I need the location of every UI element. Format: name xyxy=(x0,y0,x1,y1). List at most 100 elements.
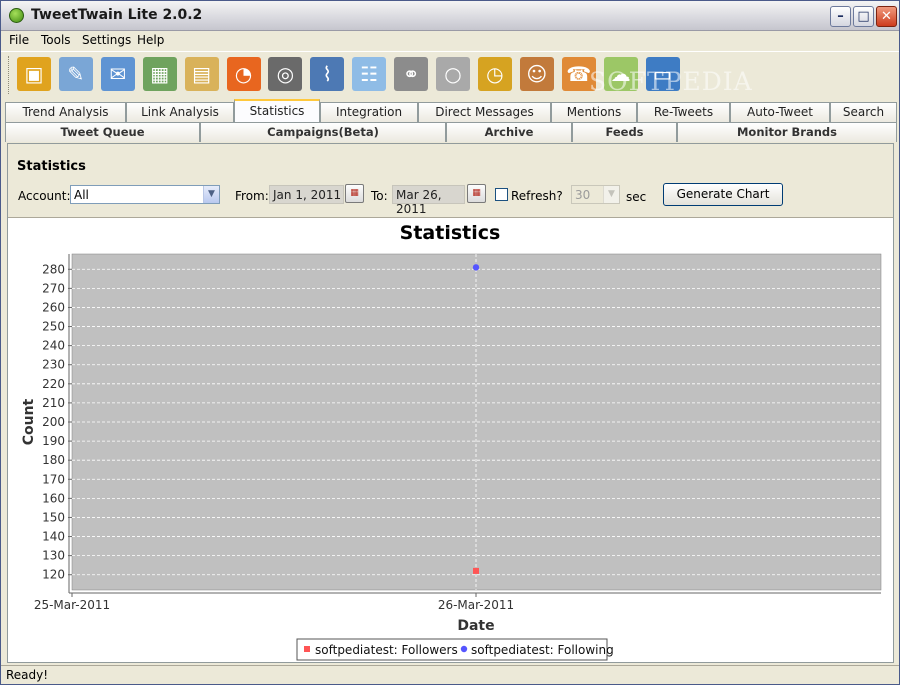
link-icon-glyph: ⚭ xyxy=(402,62,420,86)
folder-database-icon[interactable]: ▤ xyxy=(184,57,219,91)
users-edit-icon-glyph: ☺ xyxy=(526,62,548,86)
from-label: From: xyxy=(235,189,269,203)
statistics-panel: Statistics Account: All ▼ From: Jan 1, 2… xyxy=(7,143,894,663)
refresh-label: Refresh? xyxy=(511,189,563,203)
from-calendar-icon[interactable]: ▦ xyxy=(345,184,364,203)
disabled-clock-icon[interactable]: ○ xyxy=(436,57,470,91)
package-icon-glyph: ▣ xyxy=(24,62,44,86)
statistics-controls: Statistics Account: All ▼ From: Jan 1, 2… xyxy=(8,144,893,218)
y-tick-label: 180 xyxy=(42,453,65,467)
menu-file[interactable]: File xyxy=(9,33,29,47)
package-icon[interactable]: ▣ xyxy=(17,57,51,91)
toolbar-grip[interactable] xyxy=(8,56,11,94)
refresh-checkbox[interactable] xyxy=(495,188,508,201)
tab-row-secondary: Tweet Queue Campaigns(Beta) Archive Feed… xyxy=(5,122,897,142)
minimize-button[interactable]: – xyxy=(830,6,851,27)
title-bar[interactable]: TweetTwain Lite 2.0.2 – □ ✕ xyxy=(1,1,899,31)
tab-row-primary: Trend Analysis Link Analysis Statistics … xyxy=(5,99,897,122)
x-tick-label: 26-Mar-2011 xyxy=(438,598,514,612)
close-button[interactable]: ✕ xyxy=(876,6,897,27)
maximize-button[interactable]: □ xyxy=(853,6,874,27)
chevron-down-icon[interactable]: ▼ xyxy=(203,186,219,203)
tab-re-tweets[interactable]: Re-Tweets xyxy=(637,102,730,122)
tab-feeds[interactable]: Feeds xyxy=(572,122,677,142)
tab-link-analysis[interactable]: Link Analysis xyxy=(126,102,234,122)
legend-following-label: softpediatest: Following xyxy=(471,643,614,657)
chart-svg: Statistics 120 130 140 150 160 170 180 190 200 210… xyxy=(21,222,882,661)
calendar-add-icon[interactable]: ▦ xyxy=(142,57,177,91)
tab-integration[interactable]: Integration xyxy=(320,102,418,122)
statistics-heading: Statistics xyxy=(17,159,86,174)
legend-following-marker xyxy=(460,645,468,653)
compose-tweet-icon-glyph: ✎ xyxy=(67,62,85,86)
account-select[interactable]: All ▼ xyxy=(70,185,220,204)
alarm-clock-icon-glyph: ◷ xyxy=(486,62,504,86)
y-tick-label: 270 xyxy=(42,281,65,295)
y-tick-label: 210 xyxy=(42,396,65,410)
y-tick-label: 250 xyxy=(42,320,65,334)
calendar-add-icon-glyph: ▦ xyxy=(150,62,170,86)
refresh-interval-select[interactable]: 30 ▼ xyxy=(571,185,620,204)
y-tick-label: 160 xyxy=(42,491,65,505)
menu-settings[interactable]: Settings xyxy=(82,33,131,47)
softpedia-watermark: SOFTPEDIA xyxy=(589,67,753,96)
menu-help[interactable]: Help xyxy=(137,33,164,47)
following-point xyxy=(472,264,480,271)
tab-statistics[interactable]: Statistics xyxy=(234,99,320,122)
y-tick-label: 240 xyxy=(42,339,65,353)
rss-feed-icon[interactable]: ◔ xyxy=(226,57,261,91)
statistics-chart: Statistics 120 130 140 150 160 170 180 190 200 210… xyxy=(8,219,893,662)
toolbar: ▣ ✎ ✉ ▦ ▤ ◔ ◎ ⌇ ☷ ⚭ ○ ◷ ☺ ☎ ☁ ▭ xyxy=(1,51,899,97)
to-date-field[interactable]: Mar 26, 2011 xyxy=(392,185,465,216)
y-tick-label: 130 xyxy=(42,549,65,563)
tab-auto-tweet[interactable]: Auto-Tweet xyxy=(730,102,830,122)
tab-tweet-queue[interactable]: Tweet Queue xyxy=(5,122,200,142)
interval-unit-label: sec xyxy=(626,190,647,204)
tab-campaigns[interactable]: Campaigns(Beta) xyxy=(200,122,446,142)
followers-point xyxy=(473,567,479,574)
legend-followers-marker xyxy=(304,646,310,652)
chat-bubbles-icon[interactable]: ☷ xyxy=(352,57,387,91)
envelope-icon[interactable]: ✉ xyxy=(100,57,135,91)
alarm-clock-icon[interactable]: ◷ xyxy=(477,57,512,91)
support-agent-icon-glyph: ☎ xyxy=(566,62,592,86)
link-icon[interactable]: ⚭ xyxy=(394,57,429,91)
rss-feed-icon-glyph: ◔ xyxy=(234,62,253,86)
users-edit-icon[interactable]: ☺ xyxy=(519,57,554,91)
tab-direct-messages[interactable]: Direct Messages xyxy=(418,102,551,122)
binoculars-icon-glyph: ◎ xyxy=(276,62,295,86)
status-bar: Ready! xyxy=(1,665,899,684)
y-axis-label: Count xyxy=(21,398,37,445)
chevron-down-icon[interactable]: ▼ xyxy=(603,186,619,203)
tab-search[interactable]: Search xyxy=(830,102,897,122)
binoculars-icon[interactable]: ◎ xyxy=(268,57,303,91)
y-tick-label: 120 xyxy=(42,568,65,582)
legend-followers-label: softpediatest: Followers xyxy=(315,643,458,657)
account-select-value: All xyxy=(74,188,89,202)
x-tick-label: 25-Mar-2011 xyxy=(34,598,110,612)
menu-tools[interactable]: Tools xyxy=(41,33,71,47)
window-title: TweetTwain Lite 2.0.2 xyxy=(31,7,203,23)
tab-mentions[interactable]: Mentions xyxy=(551,102,637,122)
tab-archive[interactable]: Archive xyxy=(446,122,572,142)
tab-trend-analysis[interactable]: Trend Analysis xyxy=(5,102,126,122)
generate-chart-button[interactable]: Generate Chart xyxy=(663,183,783,206)
y-tick-label: 150 xyxy=(42,510,65,524)
menu-bar: File Tools Settings Help xyxy=(1,31,899,49)
folder-database-icon-glyph: ▤ xyxy=(192,62,212,86)
compose-tweet-icon[interactable]: ✎ xyxy=(58,57,93,91)
tab-monitor-brands[interactable]: Monitor Brands xyxy=(677,122,897,142)
from-date-field[interactable]: Jan 1, 2011 xyxy=(269,185,344,204)
refresh-interval-value: 30 xyxy=(575,188,591,202)
satellite-dish-icon[interactable]: ⌇ xyxy=(310,57,345,91)
to-calendar-icon[interactable]: ▦ xyxy=(467,184,486,203)
y-tick-label: 220 xyxy=(42,377,65,391)
envelope-icon-glyph: ✉ xyxy=(109,62,127,86)
disabled-clock-icon-glyph: ○ xyxy=(444,62,462,86)
y-tick-label: 260 xyxy=(42,300,65,314)
x-axis-label: Date xyxy=(457,618,494,634)
satellite-dish-icon-glyph: ⌇ xyxy=(322,62,333,86)
y-tick-label: 190 xyxy=(42,434,65,448)
app-window: TweetTwain Lite 2.0.2 – □ ✕ File Tools S… xyxy=(0,0,900,685)
y-tick-label: 280 xyxy=(42,262,65,276)
